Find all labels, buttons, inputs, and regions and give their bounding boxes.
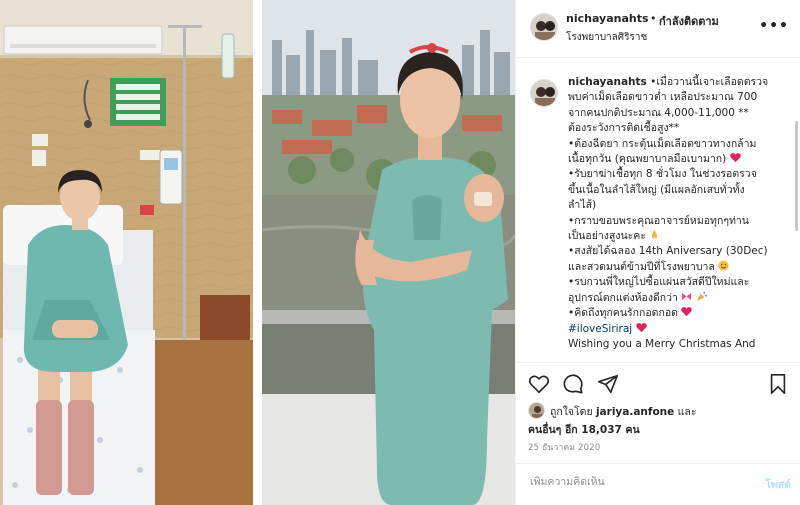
post-date[interactable]: 25 ธันวาคม 2020 xyxy=(528,440,601,454)
comment-bar: โพสต์ xyxy=(516,463,800,505)
header-username[interactable]: nichayanahts xyxy=(566,12,649,25)
caption-line: ต้องระวังการติดเชื้อสูง** xyxy=(568,122,680,135)
caption-line: ลำไส้) xyxy=(568,199,597,212)
header-separator: • xyxy=(650,12,657,25)
more-options-icon[interactable]: ••• xyxy=(759,18,789,34)
caption-line: •คิดถึงทุกคนรักกอดกอด xyxy=(568,306,794,321)
location-link[interactable]: โรงพยาบาลศิริราช xyxy=(566,30,647,45)
liker-username[interactable]: jariya.anfone xyxy=(596,406,674,418)
caption-line: •ต้องฉีดยา กระตุ้นเม็ดเลือดขาวทางกล้าม xyxy=(568,137,757,150)
caption-line: พบค่าเม็ดเลือดขาวต่ำ เหลือประมาณ 700 xyxy=(568,91,758,104)
hospital-bed-photo[interactable] xyxy=(0,0,253,505)
smiling-face-emoji-icon xyxy=(718,260,729,271)
caption-text: nichayanahts •เมื่อวานนี้เจาะเลือดตรวจ พ… xyxy=(568,75,794,352)
paper-plane-icon[interactable] xyxy=(597,373,619,395)
speech-bubble-icon[interactable] xyxy=(562,373,584,395)
liked-by-text: ถูกใจโดย jariya.anfone และ xyxy=(550,406,697,418)
heart-emoji-icon xyxy=(635,322,647,332)
post-photos[interactable] xyxy=(0,0,515,505)
post-comment-button[interactable]: โพสต์ xyxy=(765,476,791,493)
post-header: nichayanahts • กำลังติดตาม โรงพยาบาลศิริ… xyxy=(516,0,800,58)
caption-line: •สงสัยได้ฉลอง 14th Aniversary (30Dec) xyxy=(568,245,768,258)
caption-line: #iloveSiriraj xyxy=(568,322,794,337)
avatar[interactable] xyxy=(528,402,545,419)
caption-line: ขึ้นเนื้อในลำไส้ใหญ่ (มีแผลอักเสบทั่วทั้… xyxy=(568,183,745,196)
folded-hands-emoji-icon xyxy=(652,229,658,240)
caption-line: อุปกรณ์ตกแต่งห้องดีกว่า xyxy=(568,291,794,306)
caption-line: Wishing you a Merry Christmas And xyxy=(568,337,756,350)
party-popper-emoji-icon xyxy=(696,291,707,301)
caption-line: และสวดมนต์ข้ามปีที่โรงพยาบาล xyxy=(568,260,794,275)
caption-line: เนื้อทุกวัน (คุณพยาบาลมือเบามาก) xyxy=(568,152,794,167)
comment-input[interactable] xyxy=(530,476,730,488)
avatar[interactable] xyxy=(530,13,558,41)
post-sidebar: nichayanahts • กำลังติดตาม โรงพยาบาลศิริ… xyxy=(515,0,800,505)
following-button[interactable]: กำลังติดตาม xyxy=(659,12,719,30)
avatar[interactable] xyxy=(530,79,558,107)
ribbon-emoji-icon xyxy=(682,292,692,300)
liked-by-others[interactable]: คนอื่นๆ อีก 18,037 คน xyxy=(528,421,640,438)
caption-line: •กราบขอบพระคุณอาจารย์หมอทุกๆท่าน xyxy=(568,214,749,227)
caption-line: •รับยาฆ่าเชื้อทุก 8 ชั่วโมง ในช่วงรอตรวจ xyxy=(568,168,757,181)
heart-outline-icon[interactable] xyxy=(528,373,550,395)
action-bar xyxy=(516,362,800,402)
caption-area: nichayanahts •เมื่อวานนี้เจาะเลือดตรวจ พ… xyxy=(516,59,800,359)
hashtag-link[interactable]: #iloveSiriraj xyxy=(568,323,632,335)
caption-line: เป็นอย่างสูงนะคะ xyxy=(568,229,794,244)
caption-line: จากคนปกติประมาณ 4,000-11,000 ** xyxy=(568,106,749,119)
bookmark-icon[interactable] xyxy=(767,373,789,395)
caption-line: nichayanahts •เมื่อวานนี้เจาะเลือดตรวจ xyxy=(568,76,769,88)
caption-scrollbar[interactable] xyxy=(795,121,798,231)
window-city-photo[interactable] xyxy=(262,0,515,505)
caption-username[interactable]: nichayanahts xyxy=(568,76,647,88)
heart-emoji-icon xyxy=(729,153,741,163)
caption-line: •รบกวนพี่ใหญ่ไปซื้อแผ่นสวัสดีปีใหม่และ xyxy=(568,276,750,289)
heart-emoji-icon xyxy=(681,307,693,317)
